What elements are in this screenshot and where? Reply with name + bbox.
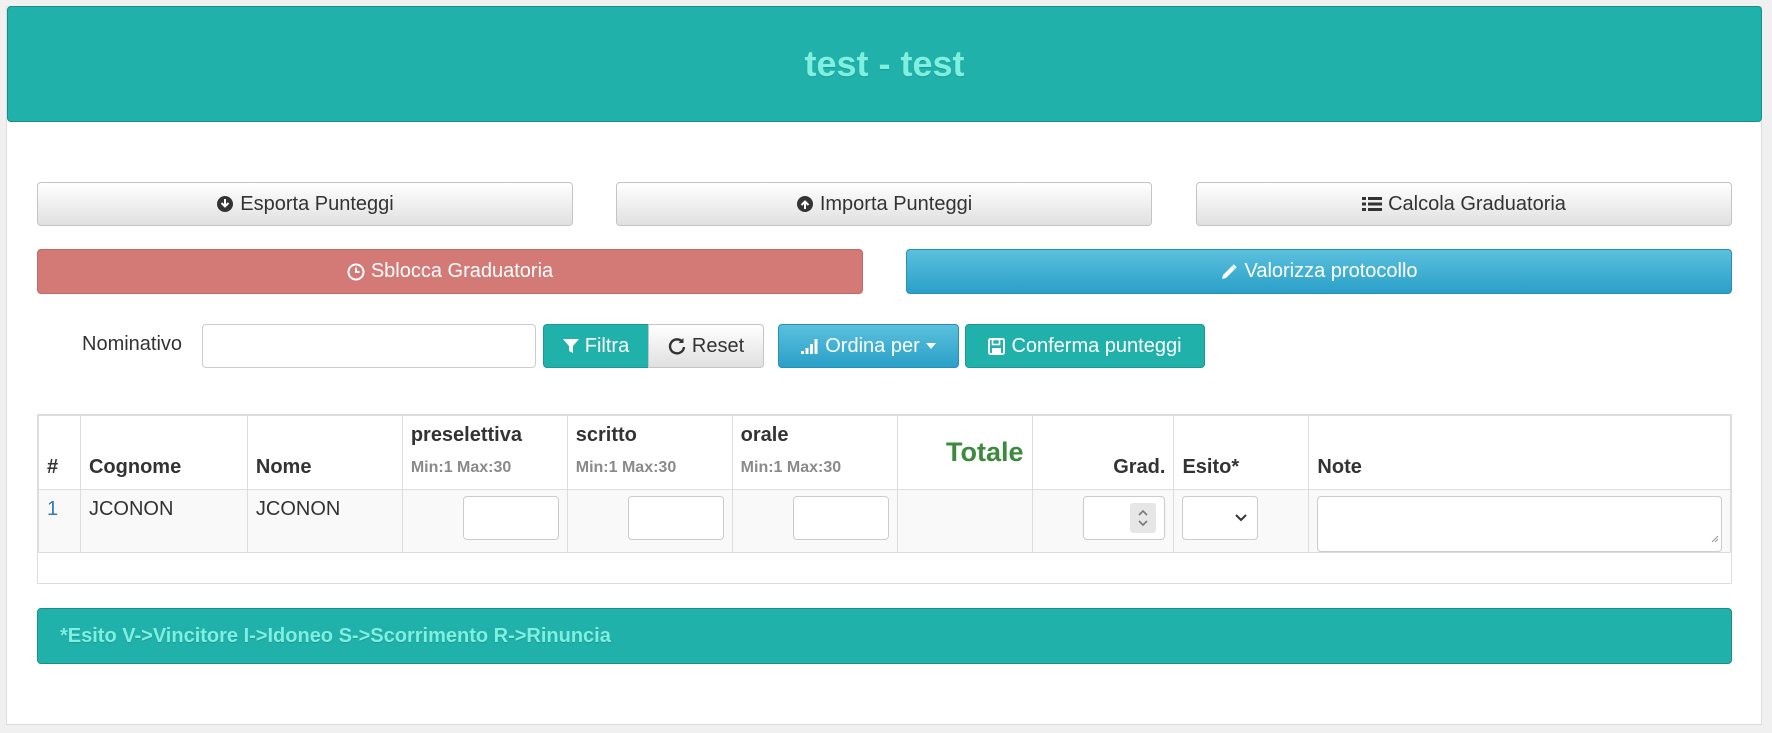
filter-icon <box>562 338 579 354</box>
calcola-label: Calcola Graduatoria <box>1388 192 1566 215</box>
row-scritto-cell <box>566 489 733 553</box>
row-preselettiva-cell <box>401 489 568 553</box>
esito-legend: *Esito V->Vincitore I->Idoneo S->Scorrim… <box>37 608 1732 664</box>
valorizza-label: Valorizza protocollo <box>1244 260 1418 282</box>
sblocca-label: Sblocca Graduatoria <box>370 260 554 282</box>
scritto-title: scritto <box>575 424 637 446</box>
col-header-index: # <box>38 415 81 490</box>
refresh-icon <box>668 337 686 355</box>
chevron-down-icon <box>1235 514 1248 522</box>
pencil-icon <box>1220 263 1238 281</box>
scritto-score-input[interactable] <box>627 496 724 540</box>
col-header-scritto: scritto Min:1 Max:30 <box>566 415 733 490</box>
row-note-cell <box>1308 489 1731 553</box>
upload-circle-icon <box>796 195 814 213</box>
col-header-nome: Nome <box>246 415 403 490</box>
orale-title: orale <box>740 424 789 446</box>
clock-icon <box>347 263 365 281</box>
col-header-grad: Grad. <box>1031 415 1175 490</box>
download-circle-icon <box>216 195 234 213</box>
resize-grip-icon[interactable] <box>1709 526 1719 549</box>
signal-bars-icon <box>801 338 819 354</box>
importa-punteggi-button[interactable]: Importa Punteggi <box>616 182 1152 226</box>
col-header-totale: Totale <box>896 415 1033 490</box>
ordina-label: Ordina per <box>825 334 920 357</box>
importa-label: Importa Punteggi <box>819 192 973 215</box>
caret-down-icon <box>925 343 936 349</box>
col-header-orale: orale Min:1 Max:30 <box>731 415 898 490</box>
row-orale-cell <box>731 489 898 553</box>
row-cognome: JCONON <box>79 489 248 553</box>
esito-select[interactable] <box>1182 496 1259 540</box>
scores-table-wrapper: # Cognome Nome preselettiva Min:1 Max:30… <box>37 414 1732 584</box>
valorizza-protocollo-button[interactable]: Valorizza protocollo <box>906 249 1732 294</box>
preselettiva-range: Min:1 Max:30 <box>410 459 512 476</box>
grad-number-input[interactable] <box>1083 496 1166 540</box>
reset-label: Reset <box>691 334 745 357</box>
filtra-label: Filtra <box>584 334 630 357</box>
preselettiva-score-input[interactable] <box>462 496 559 540</box>
nominativo-label: Nominativo <box>82 333 183 355</box>
esporta-label: Esporta Punteggi <box>240 192 394 215</box>
col-header-preselettiva: preselettiva Min:1 Max:30 <box>401 415 568 490</box>
nominativo-input[interactable] <box>202 324 536 368</box>
table-row: 1 JCONON JCONON <box>38 489 1731 553</box>
conferma-label: Conferma punteggi <box>1011 334 1182 357</box>
row-esito-cell <box>1173 489 1310 553</box>
row-index: 1 <box>38 489 81 553</box>
row-grad-cell <box>1031 489 1175 553</box>
col-header-note: Note <box>1308 415 1731 490</box>
reset-button[interactable]: Reset <box>648 324 764 368</box>
table-header-row: # Cognome Nome preselettiva Min:1 Max:30… <box>38 415 1731 490</box>
note-textarea[interactable] <box>1317 496 1722 552</box>
col-header-cognome: Cognome <box>79 415 248 490</box>
esporta-punteggi-button[interactable]: Esporta Punteggi <box>37 182 573 226</box>
filtra-button[interactable]: Filtra <box>543 324 649 368</box>
legend-text: *Esito V->Vincitore I->Idoneo S->Scorrim… <box>60 624 611 647</box>
page-title: test - test <box>804 43 965 84</box>
save-icon <box>988 337 1006 355</box>
orale-range: Min:1 Max:30 <box>740 459 842 476</box>
scores-table: # Cognome Nome preselettiva Min:1 Max:30… <box>38 415 1731 553</box>
row-totale-cell <box>896 489 1033 553</box>
page-header: test - test <box>7 6 1762 122</box>
orale-score-input[interactable] <box>792 496 889 540</box>
ordina-per-dropdown[interactable]: Ordina per <box>778 324 959 368</box>
conferma-punteggi-button[interactable]: Conferma punteggi <box>965 324 1205 368</box>
list-icon <box>1362 196 1383 212</box>
row-nome: JCONON <box>246 489 403 553</box>
sblocca-graduatoria-button[interactable]: Sblocca Graduatoria <box>37 249 863 294</box>
calcola-graduatoria-button[interactable]: Calcola Graduatoria <box>1196 182 1732 226</box>
scritto-range: Min:1 Max:30 <box>575 459 677 476</box>
spinner-icon[interactable] <box>1130 503 1157 533</box>
preselettiva-title: preselettiva <box>410 424 522 446</box>
col-header-esito: Esito* <box>1173 415 1310 490</box>
